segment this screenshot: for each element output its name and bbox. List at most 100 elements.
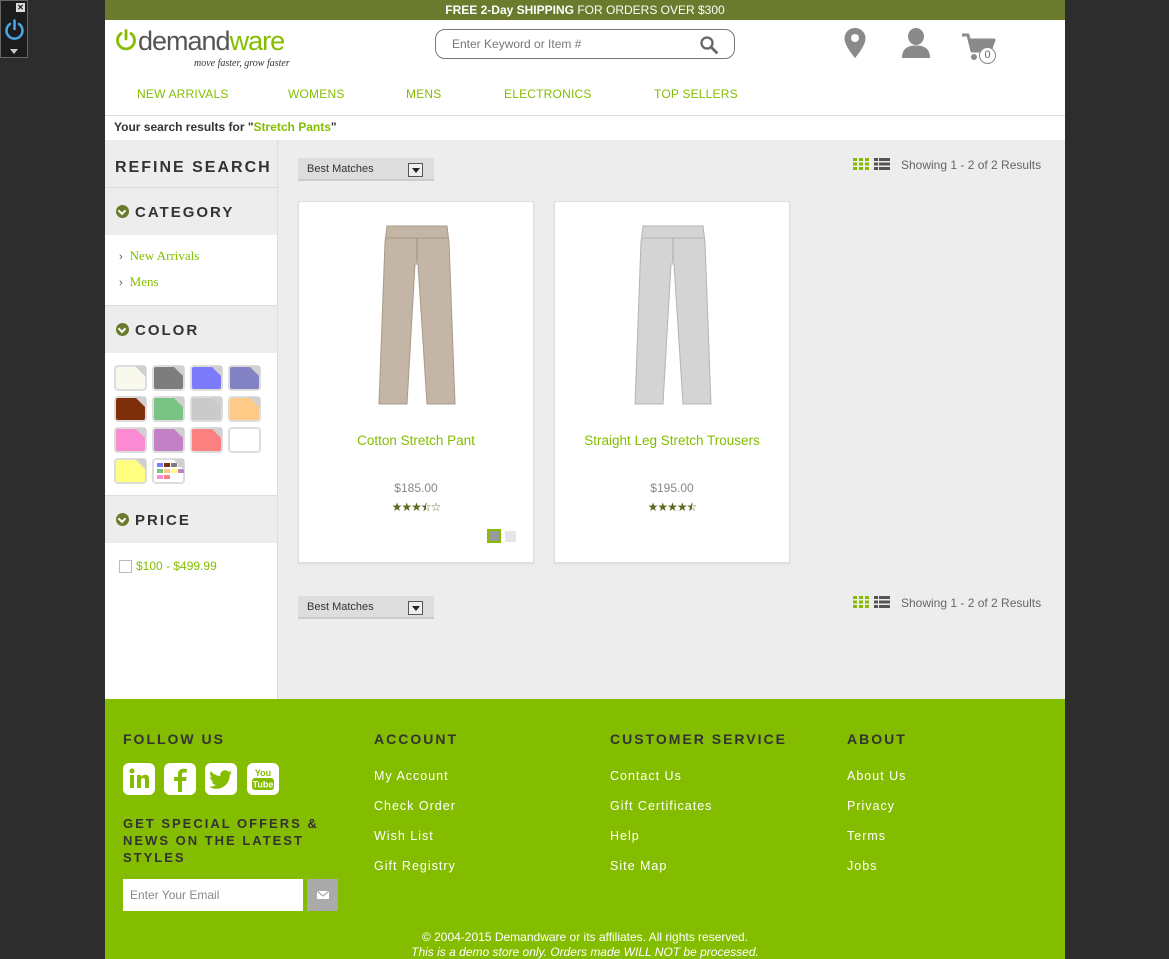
color-swatch[interactable] bbox=[114, 396, 147, 422]
results-query[interactable]: Stretch Pants bbox=[254, 120, 331, 134]
main-nav: NEW ARRIVALS WOMENS MENS ELECTRONICS TOP… bbox=[105, 87, 1065, 107]
color-swatches bbox=[105, 353, 277, 496]
svg-text:You: You bbox=[255, 768, 271, 778]
footer-link-gift-certificates[interactable]: Gift Certificates bbox=[610, 799, 712, 813]
results-count: Showing 1 - 2 of 2 Results bbox=[901, 158, 1042, 172]
footer-link-my-account[interactable]: My Account bbox=[374, 769, 449, 783]
chevron-down-icon[interactable] bbox=[408, 601, 423, 615]
price-option[interactable]: $100 - $499.99 bbox=[105, 543, 277, 574]
footer-link-jobs[interactable]: Jobs bbox=[847, 859, 877, 873]
category-title: CATEGORY bbox=[135, 204, 235, 221]
facebook-icon[interactable] bbox=[164, 763, 196, 795]
close-icon[interactable]: ✕ bbox=[16, 3, 25, 12]
color-swatch[interactable] bbox=[190, 365, 223, 391]
footer-link-check-order[interactable]: Check Order bbox=[374, 799, 456, 813]
color-swatch[interactable] bbox=[190, 396, 223, 422]
envelope-icon bbox=[316, 890, 330, 899]
nav-electronics[interactable]: ELECTRONICS bbox=[504, 87, 592, 101]
account-title: ACCOUNT bbox=[374, 731, 458, 747]
list-view-icon[interactable] bbox=[874, 158, 890, 170]
nav-womens[interactable]: WOMENS bbox=[288, 87, 345, 101]
multicolor-chip bbox=[157, 475, 163, 479]
nav-mens[interactable]: MENS bbox=[406, 87, 441, 101]
grid-view-icon[interactable] bbox=[853, 158, 869, 170]
sort-select-bottom[interactable]: Best Matches bbox=[298, 596, 434, 619]
list-view-icon[interactable] bbox=[874, 596, 890, 608]
youtube-icon[interactable]: You Tube bbox=[247, 763, 279, 795]
results-prefix: Your search results for " bbox=[114, 120, 254, 134]
half-star-icon: ☆★ bbox=[686, 500, 698, 514]
product-name[interactable]: Cotton Stretch Pant bbox=[299, 433, 533, 448]
price-header[interactable]: PRICE bbox=[105, 496, 277, 543]
chevron-down-icon[interactable] bbox=[10, 49, 18, 54]
svg-text:Tube: Tube bbox=[253, 780, 274, 790]
grid-view-icon[interactable] bbox=[853, 596, 869, 608]
page: FREE 2-Day SHIPPING FOR ORDERS OVER $300… bbox=[105, 0, 1065, 959]
price-option-label: $100 - $499.99 bbox=[136, 559, 217, 573]
color-swatch[interactable] bbox=[114, 365, 147, 391]
swatch-selected[interactable] bbox=[487, 529, 501, 543]
product-image[interactable] bbox=[633, 224, 713, 408]
footer-link-site-map[interactable]: Site Map bbox=[610, 859, 667, 873]
color-swatch[interactable] bbox=[114, 427, 147, 453]
color-swatch-multicolor[interactable] bbox=[152, 458, 185, 484]
logo-text: demandware bbox=[138, 26, 285, 57]
search-box bbox=[435, 29, 735, 59]
promo-rest: FOR ORDERS OVER $300 bbox=[573, 3, 725, 17]
account-icon[interactable] bbox=[901, 27, 931, 59]
color-swatch[interactable] bbox=[152, 427, 185, 453]
footer-link-wish-list[interactable]: Wish List bbox=[374, 829, 434, 843]
product-card[interactable]: Straight Leg Stretch Trousers $195.00 ★★… bbox=[554, 201, 790, 563]
refine-title: REFINE SEARCH bbox=[105, 140, 277, 188]
chevron-down-icon[interactable] bbox=[408, 163, 423, 177]
color-swatch[interactable] bbox=[152, 365, 185, 391]
product-card[interactable]: Cotton Stretch Pant $185.00 ★★★☆★☆ bbox=[298, 201, 534, 563]
search-input[interactable] bbox=[452, 37, 692, 51]
footer-link-help[interactable]: Help bbox=[610, 829, 640, 843]
power-widget[interactable]: ✕ bbox=[0, 0, 28, 58]
header: demandware move faster, grow faster 0 bbox=[105, 20, 1065, 115]
product-name[interactable]: Straight Leg Stretch Trousers bbox=[555, 433, 789, 448]
color-swatch[interactable] bbox=[228, 427, 261, 453]
nav-top-sellers[interactable]: TOP SELLERS bbox=[654, 87, 738, 101]
logo-tagline: move faster, grow faster bbox=[194, 58, 290, 69]
category-label: Mens bbox=[129, 274, 159, 289]
color-swatch[interactable] bbox=[114, 458, 147, 484]
product-image[interactable] bbox=[377, 224, 457, 408]
special-offers-text: GET SPECIAL OFFERS & NEWS ON THE LATEST … bbox=[123, 816, 319, 865]
color-header[interactable]: COLOR bbox=[105, 306, 277, 353]
color-swatch[interactable] bbox=[190, 427, 223, 453]
email-field[interactable] bbox=[123, 879, 303, 911]
linkedin-icon[interactable] bbox=[123, 763, 155, 795]
color-swatch[interactable] bbox=[152, 396, 185, 422]
logo-text-a: demand bbox=[138, 26, 231, 56]
email-submit-button[interactable] bbox=[307, 879, 338, 911]
main-content: REFINE SEARCH CATEGORY › New Arrivals › Me… bbox=[105, 140, 1065, 699]
footer-link-terms[interactable]: Terms bbox=[847, 829, 886, 843]
price-checkbox[interactable] bbox=[119, 560, 132, 574]
footer-link-contact-us[interactable]: Contact Us bbox=[610, 769, 682, 783]
footer-link-gift-registry[interactable]: Gift Registry bbox=[374, 859, 456, 873]
search-icon[interactable] bbox=[700, 36, 718, 54]
color-swatch[interactable] bbox=[228, 365, 261, 391]
product-rating-stars: ★★★☆★☆ bbox=[391, 500, 442, 514]
category-label: New Arrivals bbox=[129, 248, 200, 263]
category-item[interactable]: › Mens bbox=[119, 274, 277, 290]
chevron-right-icon: › bbox=[119, 251, 123, 263]
sort-select-top[interactable]: Best Matches bbox=[298, 158, 434, 181]
footer-link-about-us[interactable]: About Us bbox=[847, 769, 906, 783]
chevron-down-icon bbox=[116, 513, 129, 526]
footer-link-privacy[interactable]: Privacy bbox=[847, 799, 895, 813]
nav-new-arrivals[interactable]: NEW ARRIVALS bbox=[137, 87, 229, 101]
category-item[interactable]: › New Arrivals bbox=[119, 248, 277, 264]
swatch-option[interactable] bbox=[505, 531, 516, 542]
cart-count-badge[interactable]: 0 bbox=[979, 47, 996, 64]
color-swatch[interactable] bbox=[228, 396, 261, 422]
location-pin-icon[interactable] bbox=[843, 27, 867, 59]
multicolor-chip bbox=[171, 463, 177, 467]
twitter-icon[interactable] bbox=[205, 763, 237, 795]
multicolor-chip bbox=[157, 463, 163, 467]
price-title: PRICE bbox=[135, 512, 191, 529]
logo-power-icon bbox=[116, 29, 136, 51]
category-header[interactable]: CATEGORY bbox=[105, 188, 277, 235]
